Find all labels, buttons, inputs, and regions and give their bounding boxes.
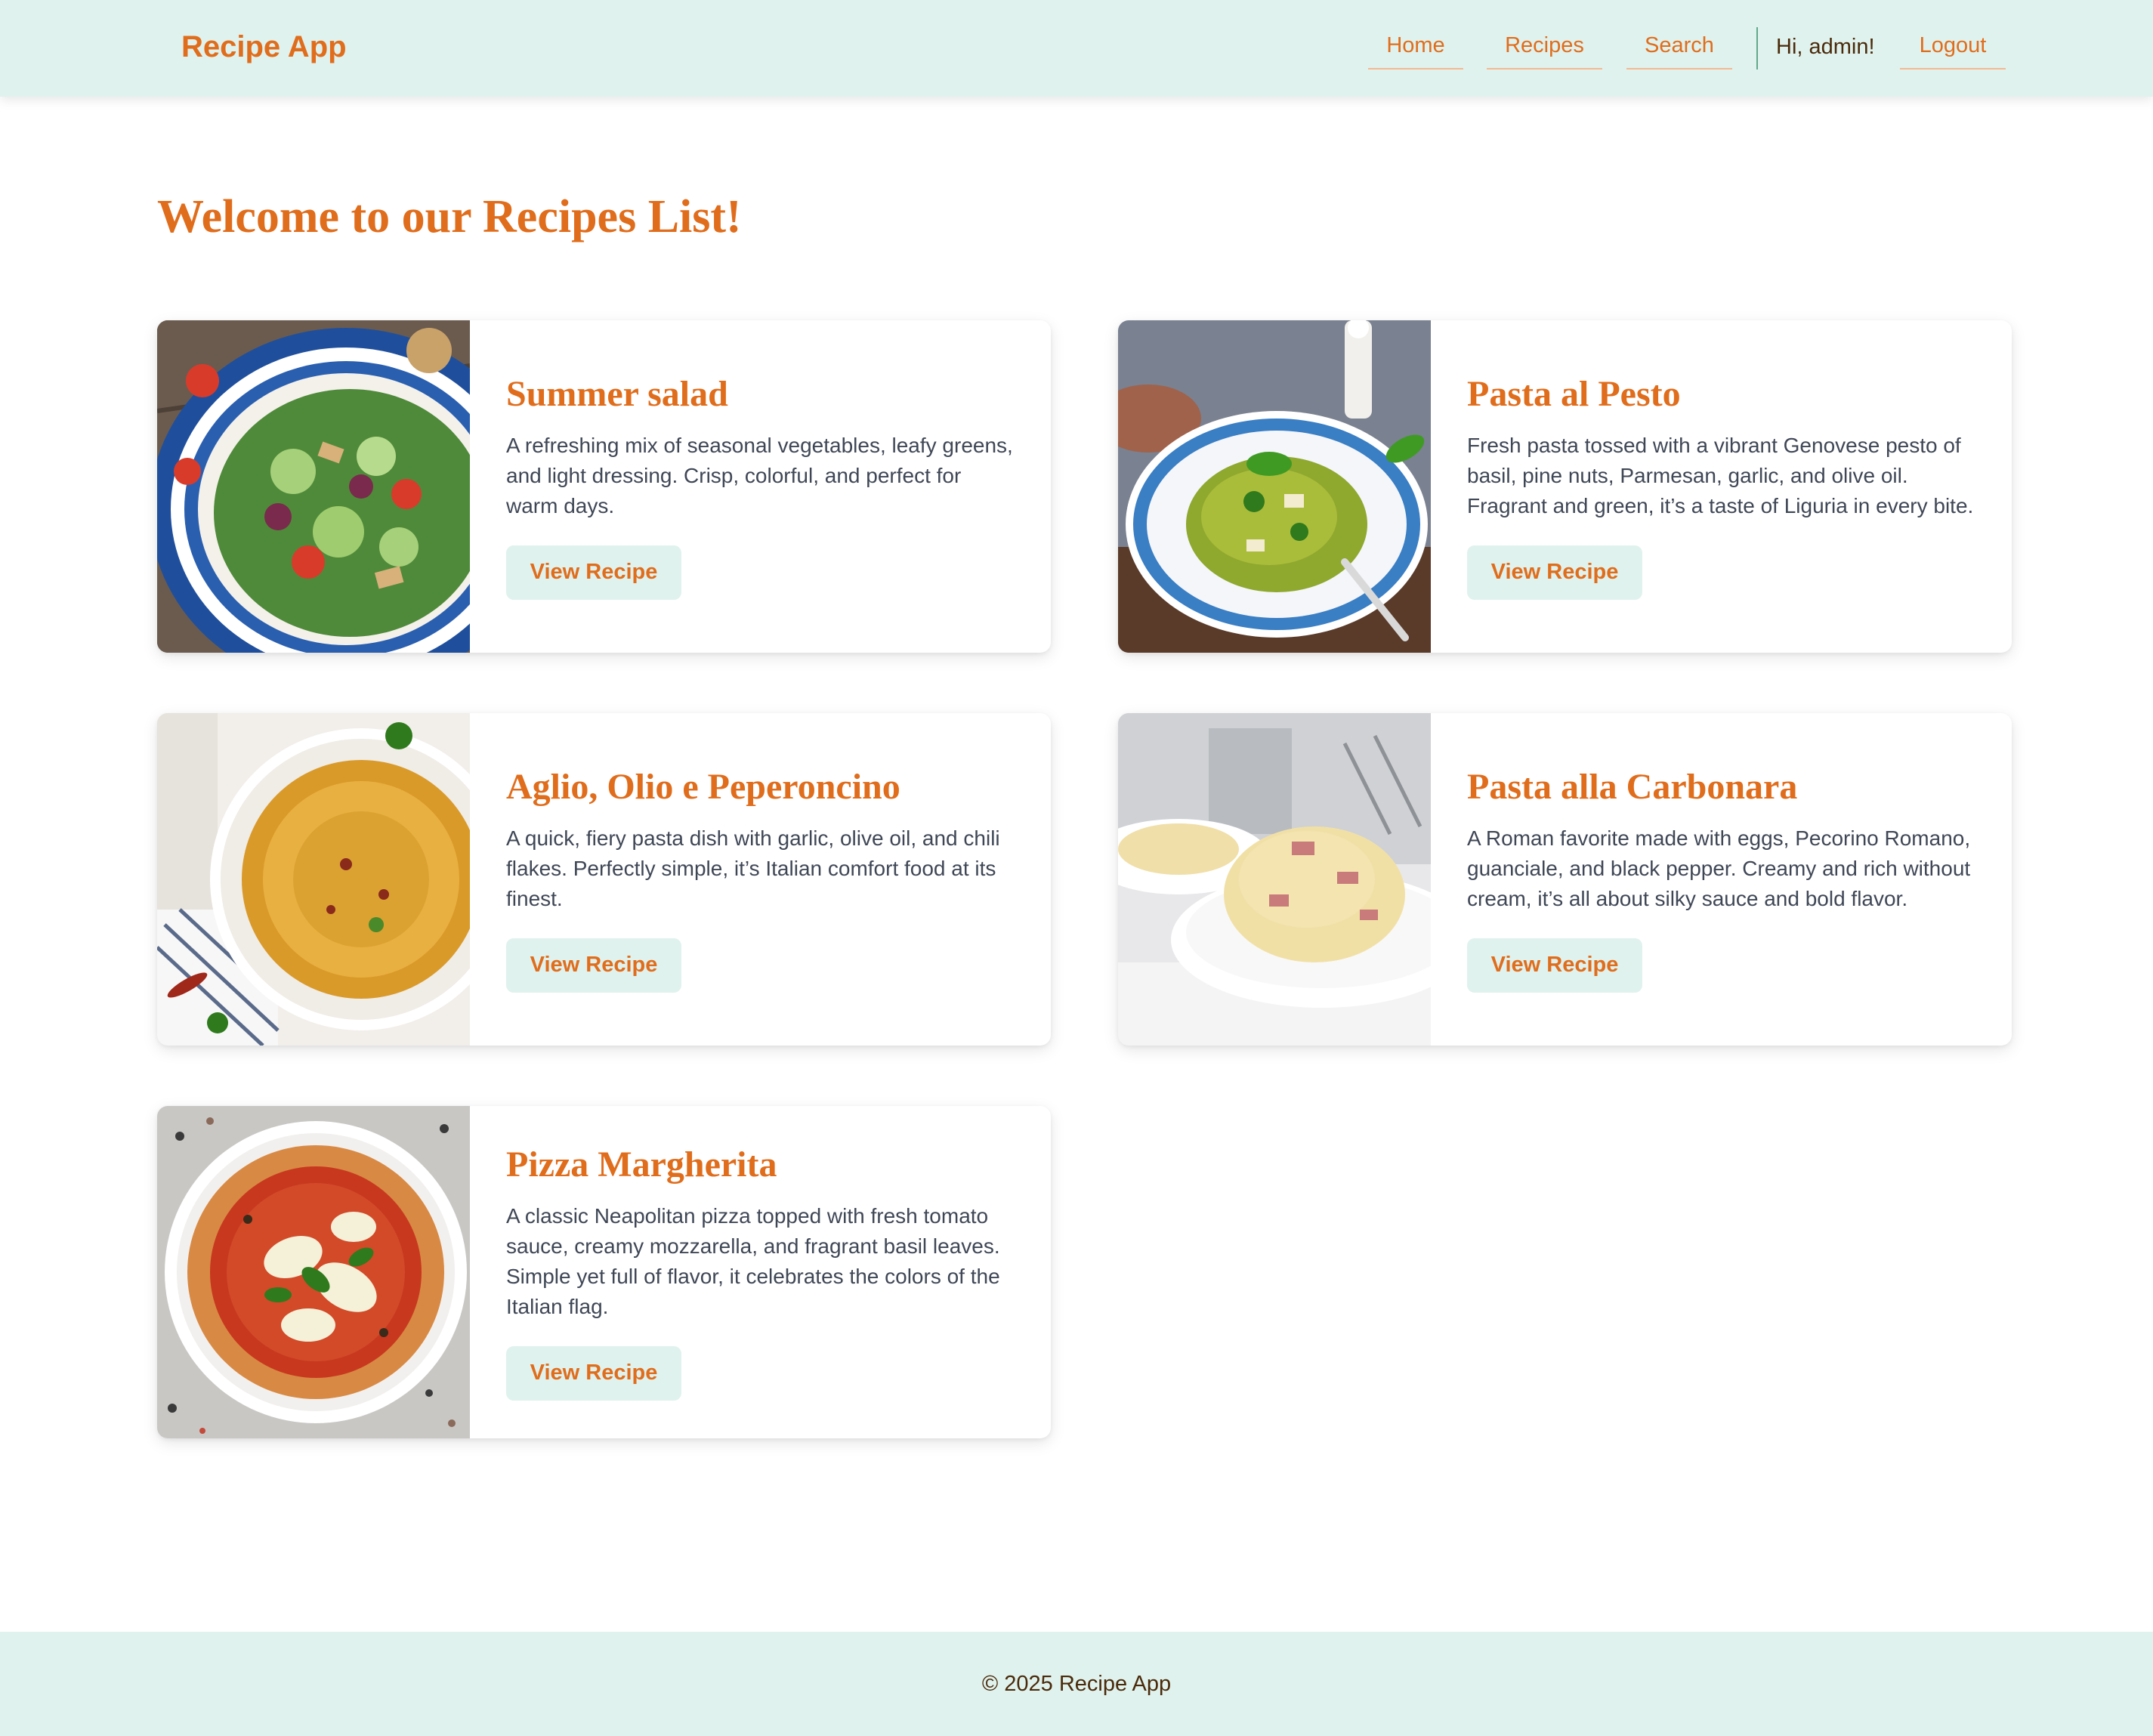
nav-search-link[interactable]: Search	[1626, 33, 1732, 70]
recipe-description: A quick, fiery pasta dish with garlic, o…	[506, 826, 1000, 910]
brand-logo[interactable]: Recipe App	[181, 30, 347, 64]
recipe-description: Fresh pasta tossed with a vibrant Genove…	[1467, 433, 1974, 517]
recipe-card: Pizza Margherita A classic Neapolitan pi…	[157, 1106, 1051, 1438]
recipe-title: Pasta alla Carbonara	[1467, 767, 1798, 808]
navbar: Recipe App Home Recipes Search Hi, admin…	[0, 0, 2153, 97]
view-recipe-button[interactable]: View Recipe	[506, 545, 681, 600]
logout-link[interactable]: Logout	[1900, 33, 2006, 70]
recipe-card: Summer salad A refreshing mix of seasona…	[157, 320, 1051, 653]
user-greeting: Hi, admin!	[1776, 35, 1875, 59]
nav-divider	[1756, 27, 1758, 70]
recipe-card: Pasta al Pesto Fresh pasta tossed with a…	[1118, 320, 2012, 653]
salad-photo	[157, 320, 470, 653]
view-recipe-button[interactable]: View Recipe	[506, 1345, 681, 1401]
recipe-title: Pasta al Pesto	[1467, 374, 1681, 415]
view-recipe-button[interactable]: View Recipe	[1467, 545, 1642, 600]
page-title: Welcome to our Recipes List!	[157, 191, 742, 242]
recipe-title: Summer salad	[506, 374, 728, 415]
pesto-pasta-photo	[1118, 320, 1431, 653]
nav-home-link[interactable]: Home	[1368, 33, 1463, 70]
recipe-title: Pizza Margherita	[506, 1144, 777, 1185]
carbonara-photo	[1118, 713, 1431, 1046]
view-recipe-button[interactable]: View Recipe	[1467, 938, 1642, 993]
recipe-title: Aglio, Olio e Peperoncino	[506, 767, 900, 808]
footer: © 2025 Recipe App	[0, 1632, 2153, 1736]
recipe-card: Pasta alla Carbonara A Roman favorite ma…	[1118, 713, 2012, 1046]
pizza-photo	[157, 1106, 470, 1438]
copyright-text: © 2025 Recipe App	[981, 1671, 1172, 1696]
view-recipe-button[interactable]: View Recipe	[506, 938, 681, 993]
nav-recipes-link[interactable]: Recipes	[1487, 33, 1602, 70]
spaghetti-photo	[157, 713, 470, 1046]
recipe-description: A refreshing mix of seasonal vegetables,…	[506, 433, 1013, 517]
recipe-card: Aglio, Olio e Peperoncino A quick, fiery…	[157, 713, 1051, 1046]
recipe-description: A Roman favorite made with eggs, Pecorin…	[1467, 826, 1971, 910]
recipe-description: A classic Neapolitan pizza topped with f…	[506, 1203, 1000, 1318]
